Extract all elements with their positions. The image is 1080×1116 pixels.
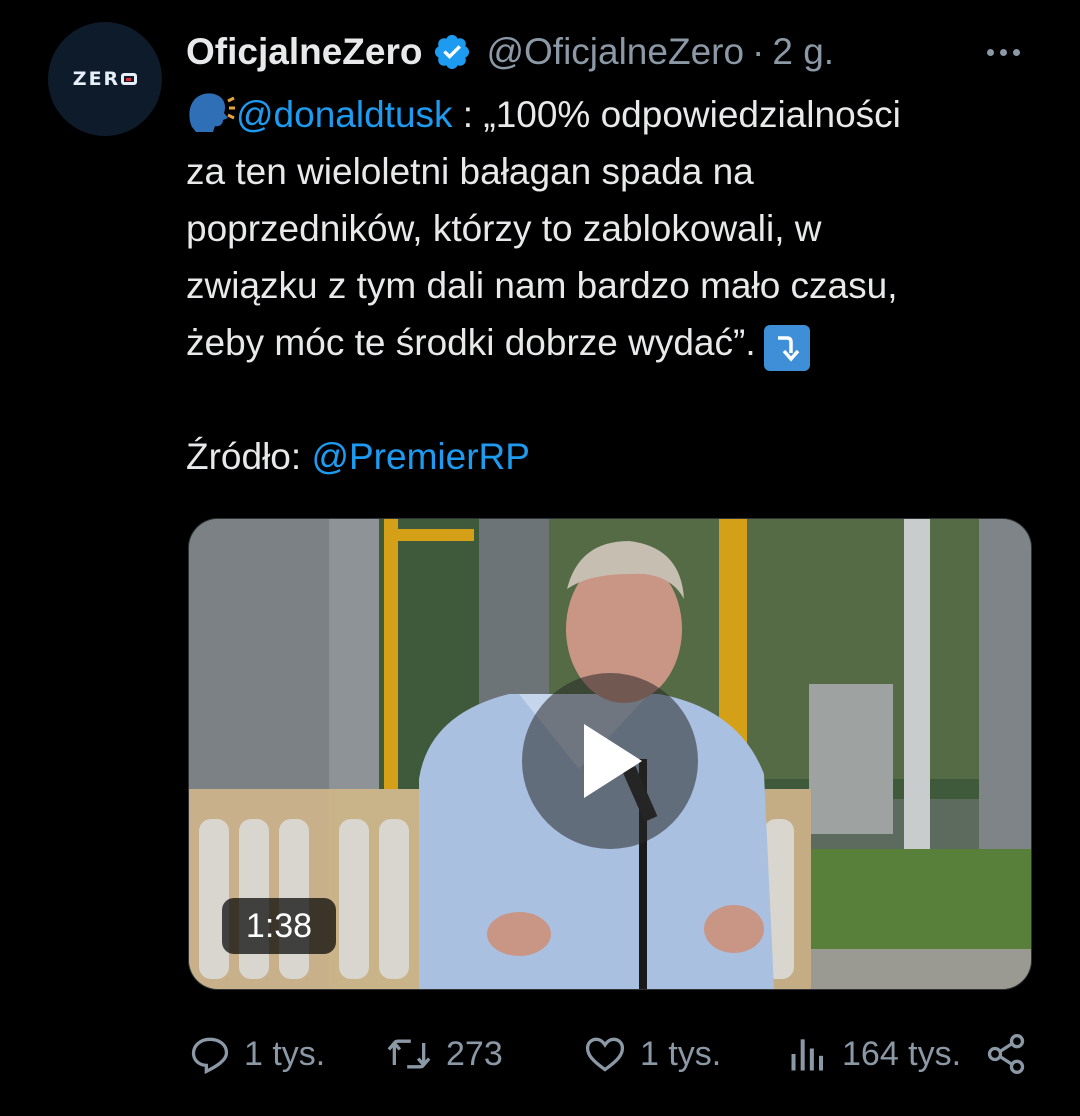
reply-icon: [191, 1037, 229, 1075]
header-separator: ·: [752, 31, 765, 72]
tweet-time[interactable]: 2 g.: [772, 31, 834, 73]
tweet-source-line: Źródło: @PremierRP: [186, 428, 1046, 485]
video-duration: 1:38: [222, 898, 336, 954]
share-icon: [987, 1034, 1025, 1074]
tweet-line-3: poprzedników, którzy to zablokowali, w: [186, 208, 822, 249]
more-icon[interactable]: [978, 28, 1028, 76]
tweet-line-4: związku z tym dali nam bardzo mało czasu…: [186, 265, 898, 306]
tweet-text: @donaldtusk : „100% odpowiedzialności za…: [186, 86, 1046, 485]
like-button[interactable]: 1 tys.: [582, 1026, 721, 1082]
retweet-button[interactable]: 273: [384, 1026, 503, 1082]
views-count: 164 tys.: [842, 1034, 962, 1073]
tweet-line-1: @donaldtusk : „100% odpowiedzialności: [186, 86, 1046, 143]
tweet-line-5: żeby móc te środki dobrze wydać”.: [186, 314, 1046, 371]
views-icon: [791, 1039, 824, 1071]
arrow-down-emoji-icon: [763, 325, 810, 371]
speaking-head-icon: [189, 93, 235, 132]
logo-mark-icon: [121, 73, 138, 85]
mention-premierrp[interactable]: @PremierRP: [311, 436, 529, 477]
mention-donaldtusk[interactable]: @donaldtusk: [236, 94, 453, 135]
author-name[interactable]: OficjalneZero: [186, 31, 422, 73]
author-handle[interactable]: @OficjalneZero: [486, 31, 744, 73]
retweet-icon: [387, 1039, 431, 1069]
tweet-line-5-text: żeby móc te środki dobrze wydać”.: [186, 322, 756, 363]
retweet-count: 273: [446, 1034, 503, 1073]
tweet-header: OficjalneZero @OficjalneZero · 2 g.: [186, 28, 1050, 76]
reply-button[interactable]: 1 tys.: [188, 1026, 325, 1082]
tweet-text-first-line: : „100% odpowiedzialności: [452, 94, 901, 135]
views-button[interactable]: 164 tys.: [786, 1026, 961, 1082]
source-label: Źródło:: [186, 436, 312, 477]
verified-badge-icon: [435, 34, 470, 70]
avatar-logo-text: ZER: [72, 68, 121, 90]
tweet-actions: 1 tys. 273 1 tys. 164 tys.: [188, 1026, 1030, 1082]
tweet-line-2: za ten wieloletni bałagan spada na: [186, 151, 754, 192]
play-icon[interactable]: [522, 673, 698, 849]
avatar-logo: ZER: [72, 68, 138, 90]
author-avatar[interactable]: ZER: [48, 22, 162, 136]
share-button[interactable]: [984, 1026, 1040, 1082]
reply-count: 1 tys.: [244, 1034, 326, 1073]
like-count: 1 tys.: [640, 1034, 722, 1073]
like-icon: [585, 1037, 625, 1072]
